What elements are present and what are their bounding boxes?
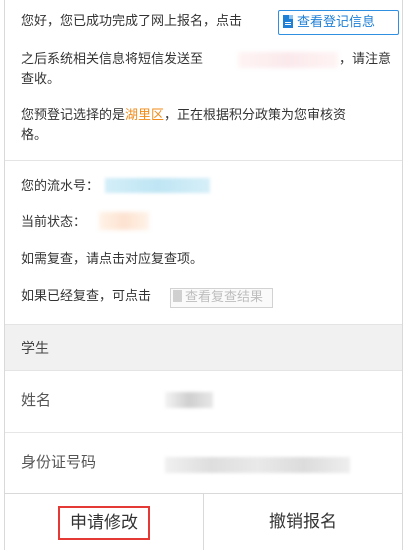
cancel-registration-button[interactable]: 撤销报名 — [204, 494, 402, 550]
field-label: 身份证号码 — [21, 453, 97, 471]
masked-serial-number — [105, 178, 210, 193]
notice-line-2: 之后系统相关信息将短信发送至 — [21, 52, 204, 67]
view-recheck-result-label: 查看复查结果 — [185, 290, 264, 305]
document-icon — [283, 15, 293, 28]
field-row-name: 姓名 — [5, 371, 402, 433]
masked-status-value — [99, 212, 149, 230]
notice-line-4: 您预登记选择的是湖里区，正在根据积分政策为您审核资 — [21, 108, 347, 123]
recheck-instruction: 如需复查，请点击对应复查项。 — [21, 252, 204, 267]
cancel-registration-label: 撤销报名 — [269, 512, 337, 532]
notice-line-2-end: ，请注意 — [339, 52, 392, 67]
document-icon — [173, 290, 182, 302]
field-label: 姓名 — [21, 391, 52, 409]
notice-line-1: 您好，您已成功完成了网上报名，点击 — [21, 14, 243, 29]
rechecked-instruction: 如果已经复查，可点击 — [21, 289, 152, 304]
serial-label: 您的流水号： — [21, 179, 100, 194]
student-group-header: 学生 — [5, 324, 402, 371]
field-row-id-number: 身份证号码 — [5, 433, 402, 494]
apply-modify-button[interactable]: 申请修改 — [5, 494, 204, 550]
registration-result-page: 您好，您已成功完成了网上报名，点击 查看登记信息 之后系统相关信息将短信发送至 … — [0, 0, 406, 550]
action-bar: 申请修改 撤销报名 — [5, 494, 402, 550]
notice-line-5: 格。 — [21, 128, 48, 143]
masked-id-value — [165, 457, 350, 473]
notice-line-3: 查收。 — [21, 72, 61, 87]
view-registration-label: 查看登记信息 — [297, 15, 376, 30]
state-label: 当前状态： — [21, 215, 87, 230]
masked-phone-number — [238, 52, 338, 68]
view-registration-button[interactable]: 查看登记信息 — [278, 10, 399, 35]
notice-section: 您好，您已成功完成了网上报名，点击 查看登记信息 之后系统相关信息将短信发送至 … — [5, 0, 402, 160]
group-title: 学生 — [21, 341, 49, 357]
apply-modify-label: 申请修改 — [58, 506, 150, 540]
view-recheck-result-button[interactable]: 查看复查结果 — [170, 288, 273, 308]
district-name: 湖里区 — [125, 108, 165, 123]
right-border — [402, 0, 403, 550]
masked-name-value — [165, 392, 213, 408]
